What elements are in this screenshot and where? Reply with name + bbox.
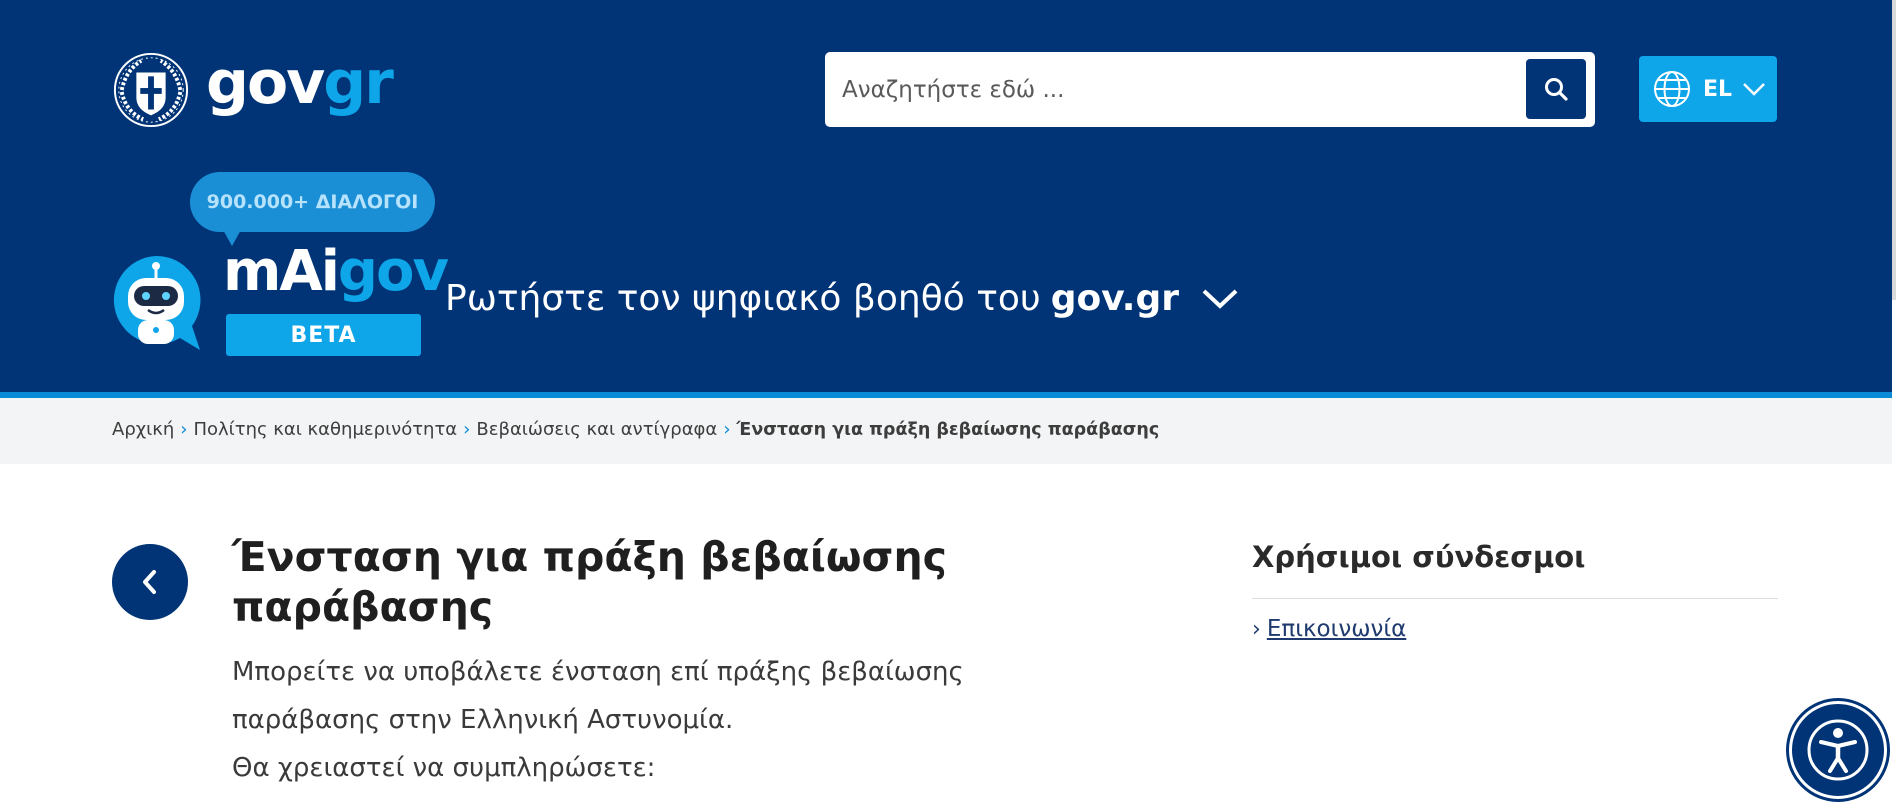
service-description: Μπορείτε να υποβάλετε ένσταση επί πράξης…: [232, 648, 1012, 792]
chevron-down-icon: [1743, 83, 1765, 96]
logo-wordmark: govgr: [206, 53, 394, 113]
contact-link[interactable]: Επικοινωνία: [1267, 616, 1406, 642]
globe-icon: [1654, 71, 1690, 107]
search-input[interactable]: [825, 59, 1515, 120]
govgr-logo[interactable]: govgr: [112, 50, 394, 130]
useful-link-item: › Επικοινωνία: [1252, 616, 1406, 642]
maigov-title: mAigov: [223, 244, 449, 300]
scrollbar[interactable]: [1892, 0, 1896, 300]
maigov-title-part2: gov: [337, 239, 449, 304]
logo-text-gr: gr: [323, 48, 394, 118]
language-label: EL: [1703, 76, 1733, 102]
beta-badge: BETA: [226, 314, 421, 356]
back-button[interactable]: [112, 544, 188, 620]
search-bar: [825, 52, 1595, 127]
digital-assistant-toggle[interactable]: Ρωτήστε τον ψηφιακό βοηθό του gov.gr: [445, 278, 1239, 319]
chevron-down-icon: [1202, 289, 1238, 309]
divider: [1252, 598, 1778, 599]
breadcrumb: Αρχική › Πολίτης και καθημερινότητα › Βε…: [112, 419, 1159, 440]
chevron-right-icon: ›: [1252, 616, 1261, 642]
breadcrumb-citizen[interactable]: Πολίτης και καθημερινότητα: [193, 419, 457, 440]
national-emblem-icon: [113, 52, 189, 128]
fill-in-intro: Θα χρειαστεί να συμπληρώσετε:: [232, 753, 656, 783]
breadcrumb-separator-icon: ›: [723, 419, 731, 440]
breadcrumb-current: Ένσταση για πράξη βεβαίωσης παράβασης: [736, 419, 1160, 440]
breadcrumb-certificates[interactable]: Βεβαιώσεις και αντίγραφα: [476, 419, 717, 440]
useful-links-title: Χρήσιμοι σύνδεσμοι: [1252, 540, 1586, 574]
maigov-title-part1: mAi: [223, 239, 340, 304]
assistant-text: Ρωτήστε τον ψηφιακό βοηθό του: [445, 278, 1041, 319]
accessibility-icon: [1807, 719, 1869, 781]
search-button[interactable]: [1526, 59, 1586, 119]
accessibility-button[interactable]: [1789, 701, 1887, 799]
language-selector[interactable]: EL: [1639, 56, 1777, 122]
chevron-left-icon: [143, 570, 156, 594]
breadcrumb-home[interactable]: Αρχική: [112, 419, 174, 440]
search-icon: [1545, 78, 1568, 101]
dialogs-count-badge: 900.000+ ΔΙΑΛΟΓΟΙ: [190, 172, 435, 232]
assistant-brand: gov.gr: [1050, 278, 1179, 319]
breadcrumb-separator-icon: ›: [180, 419, 188, 440]
logo-text-gov: gov: [206, 48, 325, 118]
robot-icon: [113, 255, 201, 350]
description-text: Μπορείτε να υποβάλετε ένσταση επί πράξης…: [232, 657, 964, 735]
page-title: Ένσταση για πράξη βεβαίωσης παράβασης: [232, 533, 947, 631]
breadcrumb-separator-icon: ›: [463, 419, 471, 440]
